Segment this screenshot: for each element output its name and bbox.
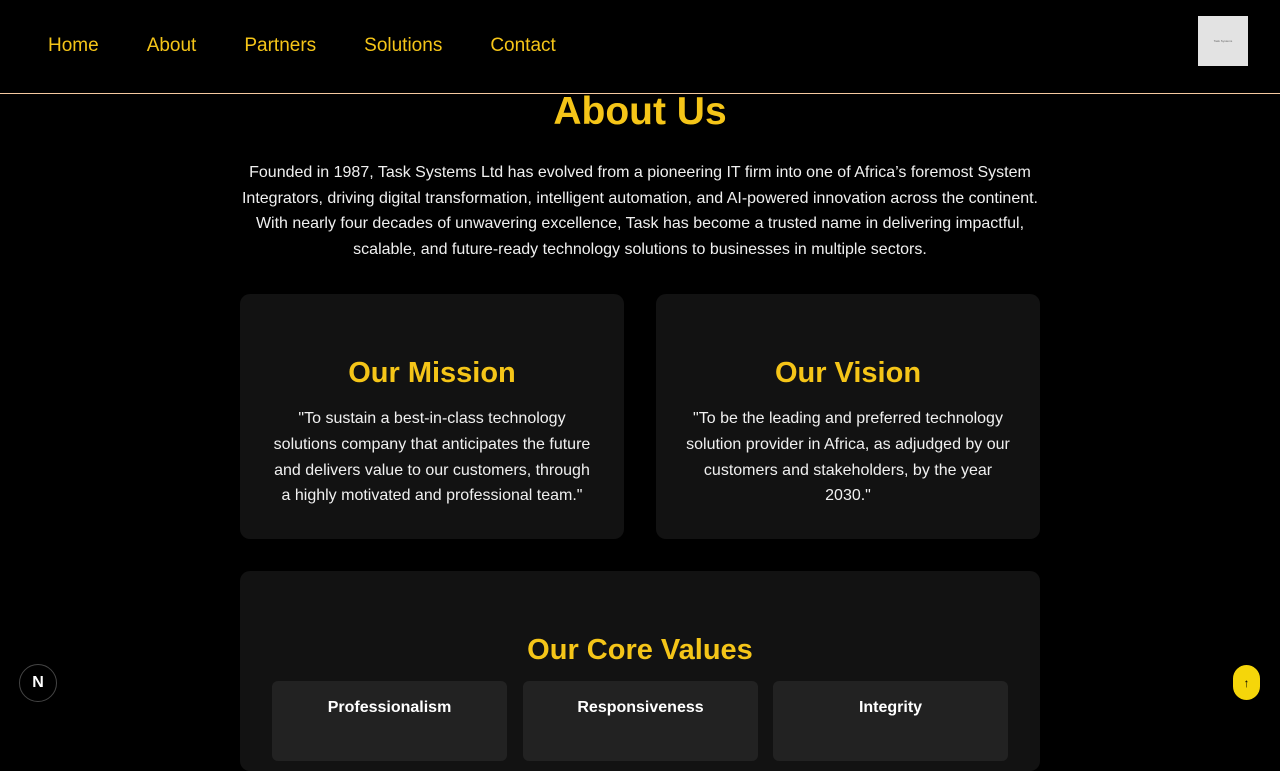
vision-card: Our Vision "To be the leading and prefer… xyxy=(656,294,1040,539)
value-card-responsiveness: Responsiveness xyxy=(523,681,758,761)
nextjs-badge-icon[interactable]: N xyxy=(19,664,57,702)
nav-link-about[interactable]: About xyxy=(147,34,197,58)
core-values-title: Our Core Values xyxy=(527,634,753,666)
nav-link-contact[interactable]: Contact xyxy=(490,34,555,58)
value-label: Professionalism xyxy=(327,699,452,716)
nav-link-partners[interactable]: Partners xyxy=(244,34,316,58)
vision-title: Our Vision xyxy=(774,357,922,389)
vision-text: "To be the leading and preferred technol… xyxy=(686,410,1010,505)
mission-text: "To sustain a best-in-class technology s… xyxy=(273,410,591,505)
value-card-integrity: Integrity xyxy=(773,681,1008,761)
core-values-section: Our Core Values Professionalism Responsi… xyxy=(240,571,1040,771)
nav-link-home[interactable]: Home xyxy=(48,34,99,58)
nav-links: Home About Partners Solutions Contact xyxy=(48,34,556,58)
about-paragraph: Founded in 1987, Task Systems Ltd has ev… xyxy=(241,164,1038,258)
logo[interactable]: Task Systems xyxy=(1198,16,1248,66)
value-label: Integrity xyxy=(858,699,923,716)
nav-link-solutions[interactable]: Solutions xyxy=(364,34,442,58)
value-card-professionalism: Professionalism xyxy=(272,681,507,761)
mission-title: Our Mission xyxy=(348,357,516,389)
navbar: Home About Partners Solutions Contact Ta… xyxy=(0,0,1280,94)
arrow-up-icon: ↑ xyxy=(1243,675,1250,690)
nextjs-badge-letter: N xyxy=(32,674,44,691)
logo-text: Task Systems xyxy=(1213,39,1233,43)
about-title: About Us xyxy=(553,90,727,133)
scroll-to-top-button[interactable]: ↑ xyxy=(1233,665,1260,700)
mission-card: Our Mission "To sustain a best-in-class … xyxy=(240,294,624,539)
value-label: Responsiveness xyxy=(577,699,704,716)
